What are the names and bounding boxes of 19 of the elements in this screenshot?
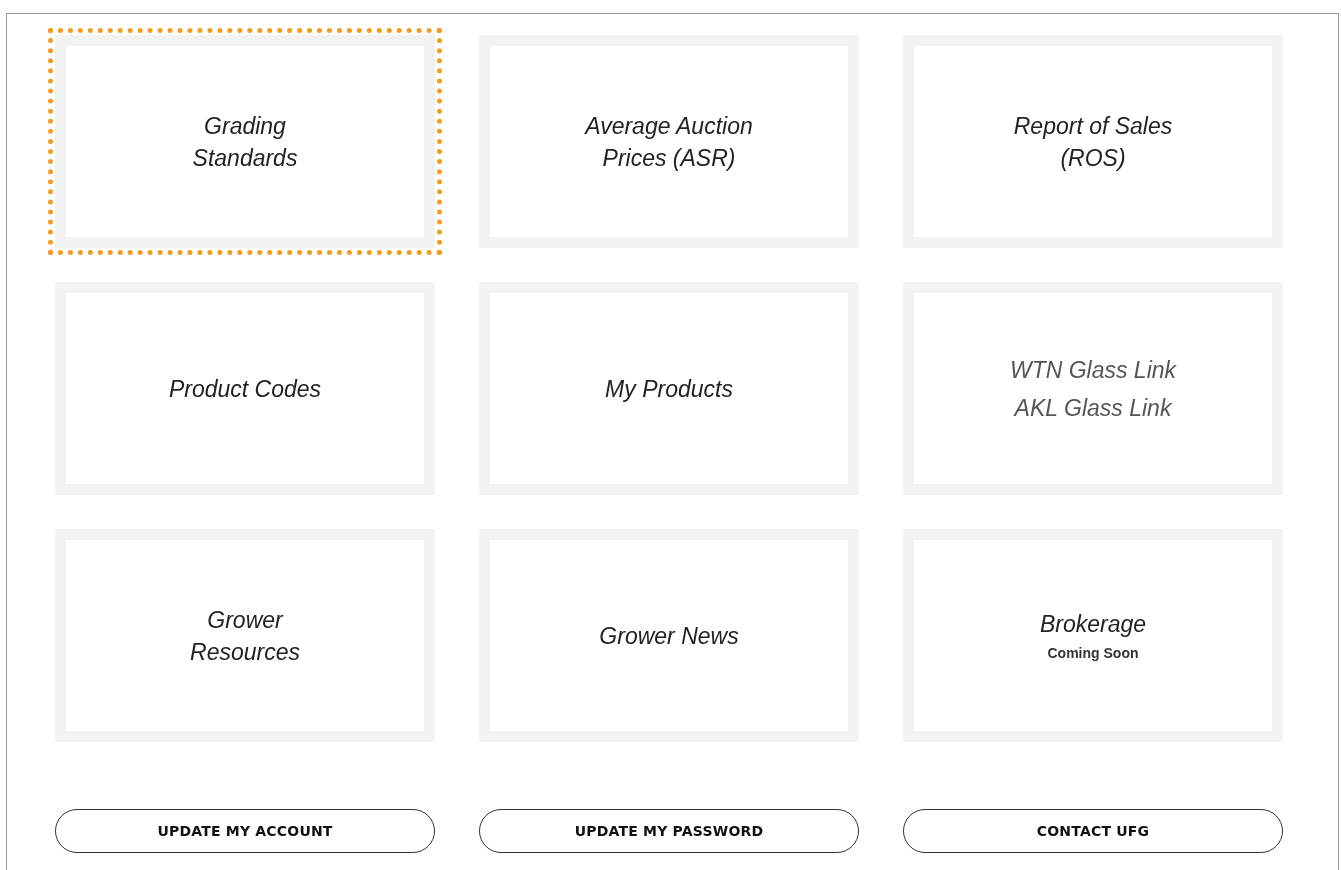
- tile-title: Grower: [207, 605, 283, 635]
- coming-soon-note: Coming Soon: [1047, 643, 1139, 663]
- tile-title: Product Codes: [168, 374, 322, 404]
- action-button[interactable]: CONTACT UFG: [903, 809, 1283, 853]
- glass-link[interactable]: AKL Glass Link: [1014, 388, 1172, 427]
- action-button[interactable]: UPDATE MY ACCOUNT: [55, 809, 435, 853]
- tile-title: Report of Sales: [1013, 111, 1173, 141]
- tile-card[interactable]: Grading Standards: [48, 28, 442, 255]
- tile-title: My Products: [605, 374, 733, 404]
- tile-title: Prices (ASR): [602, 143, 736, 173]
- tile-title: Brokerage: [1039, 609, 1147, 639]
- tile-title: Average Auction: [585, 111, 753, 141]
- glass-link[interactable]: WTN Glass Link: [1009, 350, 1177, 389]
- tile-title: Grower News: [599, 621, 739, 651]
- tile-title: Standards: [192, 143, 298, 173]
- tile-title: Resources: [190, 637, 300, 667]
- tile-title: Grading: [204, 111, 286, 141]
- tile-title: (ROS): [1060, 143, 1126, 173]
- action-button[interactable]: UPDATE MY PASSWORD: [479, 809, 859, 853]
